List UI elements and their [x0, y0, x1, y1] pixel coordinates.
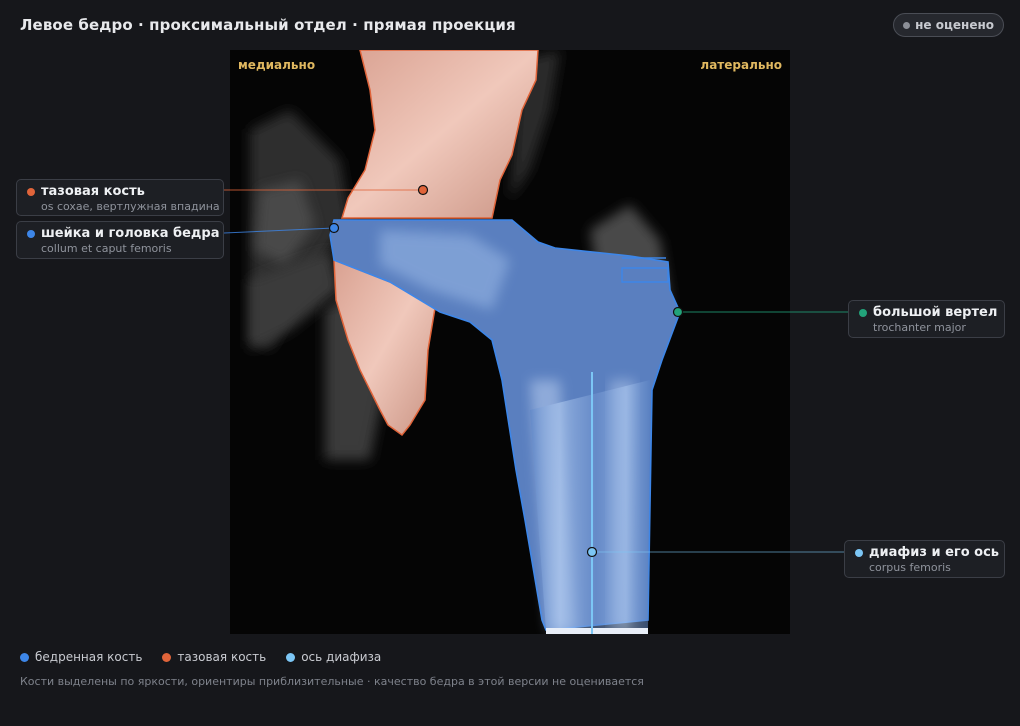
callout-shaft[interactable]: диафиз и его ось corpus femoris: [844, 540, 1005, 578]
xray-image: [250, 50, 681, 634]
callout-trochanter-name: большой вертел: [873, 305, 998, 320]
status-badge: не оценено: [893, 13, 1004, 37]
callout-pelvis-latin: os coxae, вертлужная впадина: [41, 200, 220, 213]
callout-pelvis[interactable]: тазовая кость os coxae, вертлужная впади…: [16, 179, 224, 216]
xray-viewer[interactable]: медиально латерально: [230, 50, 790, 634]
legend-item-axis: ось диафиза: [286, 650, 381, 664]
callout-shaft-name: диафиз и его ось: [869, 545, 1000, 560]
axis-dot-icon: [286, 652, 296, 662]
neck-dot-icon: [27, 229, 35, 238]
status-label: не оценено: [915, 18, 994, 32]
status-dot-icon: [903, 21, 911, 29]
callout-trochanter[interactable]: большой вертел trochanter major: [848, 300, 1005, 338]
legend-femur-label: бедренная кость: [35, 650, 143, 664]
callout-pelvis-name: тазовая кость: [41, 184, 145, 199]
callout-trochanter-latin: trochanter major: [873, 321, 966, 334]
callout-neck-name: шейка и головка бедра: [41, 226, 220, 241]
legend-item-pelvis: тазовая кость: [162, 650, 266, 664]
pelvis-legend-dot-icon: [162, 652, 172, 662]
legend-item-femur: бедренная кость: [20, 650, 142, 664]
page-title: Левое бедро · проксимальный отдел · прям…: [20, 16, 516, 34]
pelvis-dot-icon: [27, 187, 35, 196]
legend: бедренная кость тазовая кость ось диафиз…: [20, 650, 381, 664]
legend-axis-label: ось диафиза: [301, 650, 382, 664]
legend-pelvis-label: тазовая кость: [177, 650, 267, 664]
callout-shaft-latin: corpus femoris: [869, 561, 951, 574]
shaft-dot-icon: [855, 548, 863, 557]
femur-dot-icon: [20, 652, 29, 662]
pelvis-upper-region: [340, 50, 539, 219]
orient-lateral-label: латерально: [700, 58, 782, 72]
callout-neck[interactable]: шейка и головка бедра collum et caput fe…: [16, 221, 224, 259]
femur-shaft-region: [530, 380, 650, 630]
callout-neck-latin: collum et caput femoris: [41, 242, 172, 255]
orient-medial-label: медиально: [238, 58, 316, 72]
footnote: Кости выделены по яркости, ориентиры при…: [20, 675, 644, 688]
trochanter-dot-icon: [859, 308, 867, 317]
